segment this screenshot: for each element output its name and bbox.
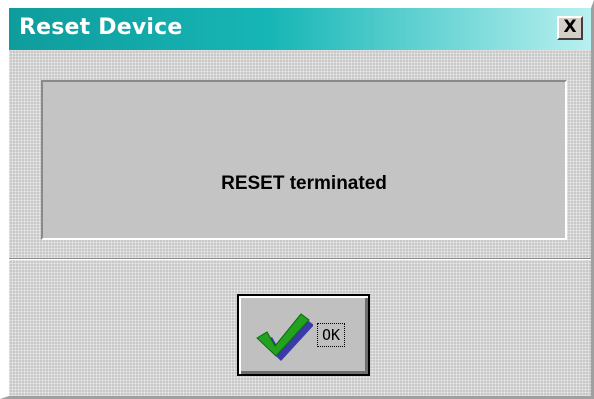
divider [9, 258, 591, 260]
ok-button-label: OK [317, 323, 345, 347]
close-button[interactable]: X [557, 16, 583, 40]
reset-device-dialog: Reset Device X RESET terminated OK [0, 0, 594, 399]
title-bar[interactable]: Reset Device X [9, 8, 591, 50]
window-title: Reset Device [19, 15, 183, 40]
message-panel: RESET terminated [41, 80, 567, 240]
checkmark-icon [256, 313, 313, 361]
ok-button[interactable]: OK [237, 294, 370, 376]
status-message: RESET terminated [221, 173, 387, 194]
close-icon: X [563, 17, 577, 37]
